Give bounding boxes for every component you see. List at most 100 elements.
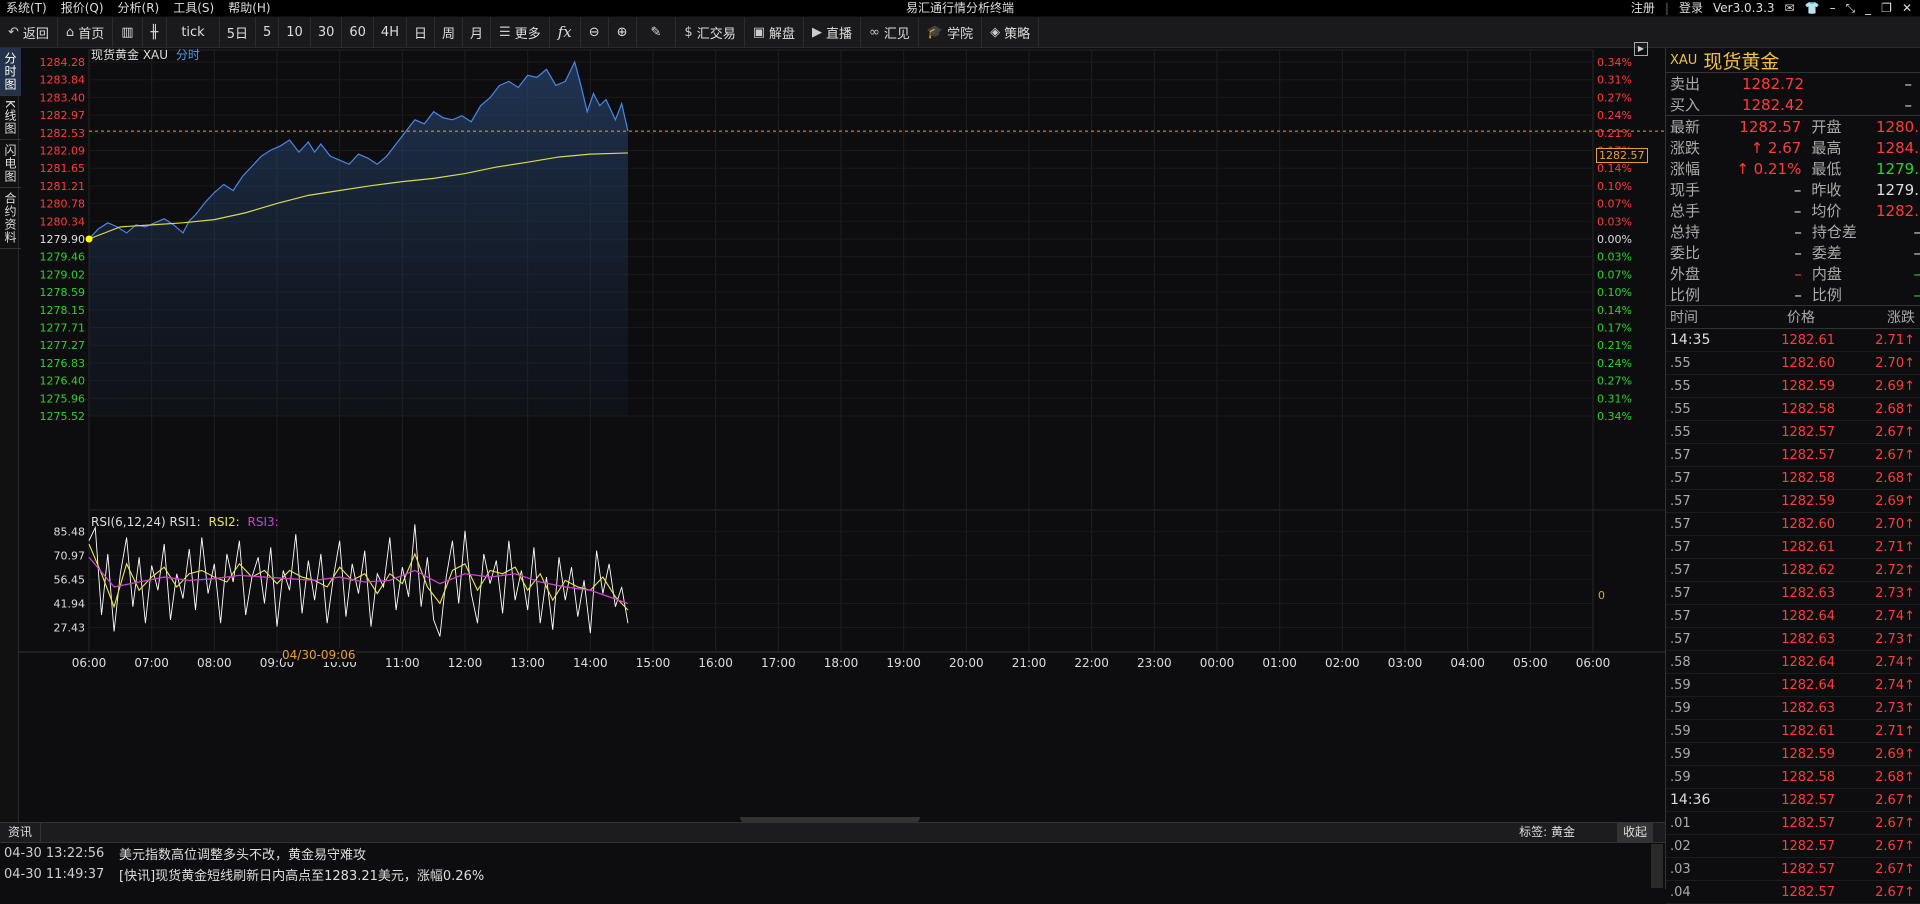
period-60[interactable]: 60 [342,17,374,47]
tick-row: 14:35 1282.61 2.71↑ [1666,329,1920,352]
close-icon[interactable]: ✕ [1902,0,1912,16]
quote-stat-row: 委比–委差– [1666,242,1920,263]
tick-change: 2.74↑ [1875,608,1915,624]
quote-stat-row: 比例–比例– [1666,284,1920,305]
fx-icon: fx [557,23,572,41]
news-scrollbar[interactable] [1651,844,1663,888]
timeshare-view-button[interactable]: ▥ [113,17,143,47]
x-tick-label: 06:00 [1576,656,1611,670]
stat-value: – [1794,243,1802,262]
back-button[interactable]: ↶ 返回 [0,17,58,47]
candlestick-view-button[interactable]: ╫ [143,17,168,47]
tick-change: 2.69↑ [1875,378,1915,394]
symbol-text: 现货黄金 XAU [91,48,169,62]
percent-tick-label: 0.07% [1597,198,1632,211]
tick-change: 2.73↑ [1875,585,1915,601]
period-5[interactable]: 5 [256,17,280,47]
bar-chart-icon: ▥ [121,24,134,40]
quote-name: 现货黄金 [1703,50,1780,73]
period-10[interactable]: 10 [279,17,311,47]
draw-button[interactable]: ✎ [637,17,677,47]
period-30[interactable]: 30 [311,17,343,47]
percent-tick-label: 0.34% [1597,410,1632,423]
zoom-in-button[interactable]: ⊕ [609,17,637,47]
tick-time: .57 [1670,516,1691,532]
collapse-panel-icon[interactable]: ▶ [1634,42,1648,56]
restore-window-icon[interactable]: ❐ [1881,0,1892,16]
stat-label: 涨幅 [1670,160,1701,178]
crosshair-time-label: 04/30-09:06 [282,648,356,662]
x-tick-label: 06:00 [72,656,107,670]
news-time: 04-30 13:22:56 [4,846,105,861]
rsi-tick-label: 56.45 [54,574,86,587]
window-controls: 注册 | 登录 Ver3.0.3.3 ✉ 👕 – ⤡ _ ❐ ✕ [1631,0,1912,16]
period-day[interactable]: 日 [407,17,435,47]
stat-value: 1280.07 [1876,117,1920,136]
academy-button[interactable]: 🎓 学院 [919,17,983,47]
percent-tick-label: 0.14% [1597,304,1632,317]
news-item[interactable]: 04-30 11:49:37 [快讯]现货黄金短线刷新日内高点至1283.21美元… [0,864,1665,885]
strategy-button[interactable]: ◈ 策略 [982,17,1040,47]
tick-row: .57 1282.63 2.73↑ [1666,582,1920,605]
view-side-tabs: 分时图 K线图 闪电图 合约资料 [0,48,21,822]
percent-tick-label: 0.24% [1597,109,1632,122]
chart-area[interactable]: 06:00 07:00 08:00 09:00 10:00 11:00 12:00 13:00… [18,42,1666,822]
price-tick-label: 1277.71 [40,322,86,335]
minimize-window-icon[interactable]: _ [1865,0,1871,16]
mail-icon[interactable]: ✉ [1785,0,1795,16]
analysis-button[interactable]: ▣ 解盘 [745,17,805,47]
news-item[interactable]: 04-30 13:22:56 美元指数高位调整多头不改，黄金易守难攻 [0,843,1665,864]
x-tick-label: 16:00 [698,656,733,670]
tick-button[interactable]: tick [167,17,220,47]
tick-change: 2.73↑ [1875,631,1915,647]
news-collapse-button[interactable]: 收起 [1616,823,1653,842]
percent-tick-label: 0.31% [1597,74,1632,87]
period-week[interactable]: 周 [435,17,463,47]
percent-tick-label: 0.10% [1597,286,1632,299]
sell-row: 卖出 1282.72 – [1666,73,1920,94]
register-link[interactable]: 注册 [1631,0,1655,16]
minimize-icon[interactable]: – [1830,0,1836,16]
stat-label: 总持 [1670,223,1701,241]
login-link[interactable]: 登录 [1679,0,1703,16]
more-button[interactable]: ☰ 更多 [491,17,550,47]
price-tick-label: 1279.02 [40,268,86,281]
price-tick-label: 1276.40 [40,375,86,388]
tick-price: 1282.63 [1781,585,1835,601]
period-5d[interactable]: 5日 [220,17,256,47]
tick-row: .04 1282.57 2.67↑ [1666,881,1920,904]
x-tick-label: 12:00 [448,656,483,670]
tick-price: 1282.63 [1781,631,1835,647]
tick-price: 1282.57 [1781,815,1835,831]
shrink-icon[interactable]: ⤡ [1846,0,1856,16]
home-button[interactable]: ⌂ 首页 [58,17,114,47]
tick-time: .59 [1670,746,1691,762]
analysis-label: 解盘 [769,26,796,42]
percent-tick-label: 0.27% [1597,91,1632,104]
price-tick-label: 1282.97 [40,109,86,122]
tick-price: 1282.58 [1781,769,1835,785]
huijian-button[interactable]: ∞ 汇见 [861,17,919,47]
period-4h[interactable]: 4H [374,17,407,47]
x-tick-label: 13:00 [510,656,545,670]
collapse-chart-handle[interactable] [740,817,920,823]
x-tick-label: 17:00 [761,656,796,670]
tick-price: 1282.60 [1781,516,1835,532]
huijian-label: 汇见 [883,26,910,42]
tab-news[interactable]: 资讯 [0,823,42,842]
live-button[interactable]: ▶ 直播 [804,17,862,47]
back-arrow-icon: ↶ [8,24,19,40]
tick-change: 2.73↑ [1875,700,1915,716]
period-month[interactable]: 月 [463,17,492,47]
timeshare-chart[interactable]: 06:00 07:00 08:00 09:00 10:00 11:00 12:00 13:00… [18,48,1666,822]
formula-button[interactable]: fx [550,17,581,47]
stat-label: 比例 [1670,286,1701,304]
trade-button[interactable]: $ 汇交易 [676,17,745,47]
news-time: 04-30 11:49:37 [4,867,105,882]
tick-change: 2.74↑ [1875,677,1915,693]
zoom-out-button[interactable]: ⊖ [581,17,609,47]
news-tag-label[interactable]: 标签: 黄金 [1519,823,1575,842]
tick-change: 2.70↑ [1875,355,1915,371]
tick-change: 2.72↑ [1875,562,1915,578]
shirt-icon[interactable]: 👕 [1805,0,1820,16]
